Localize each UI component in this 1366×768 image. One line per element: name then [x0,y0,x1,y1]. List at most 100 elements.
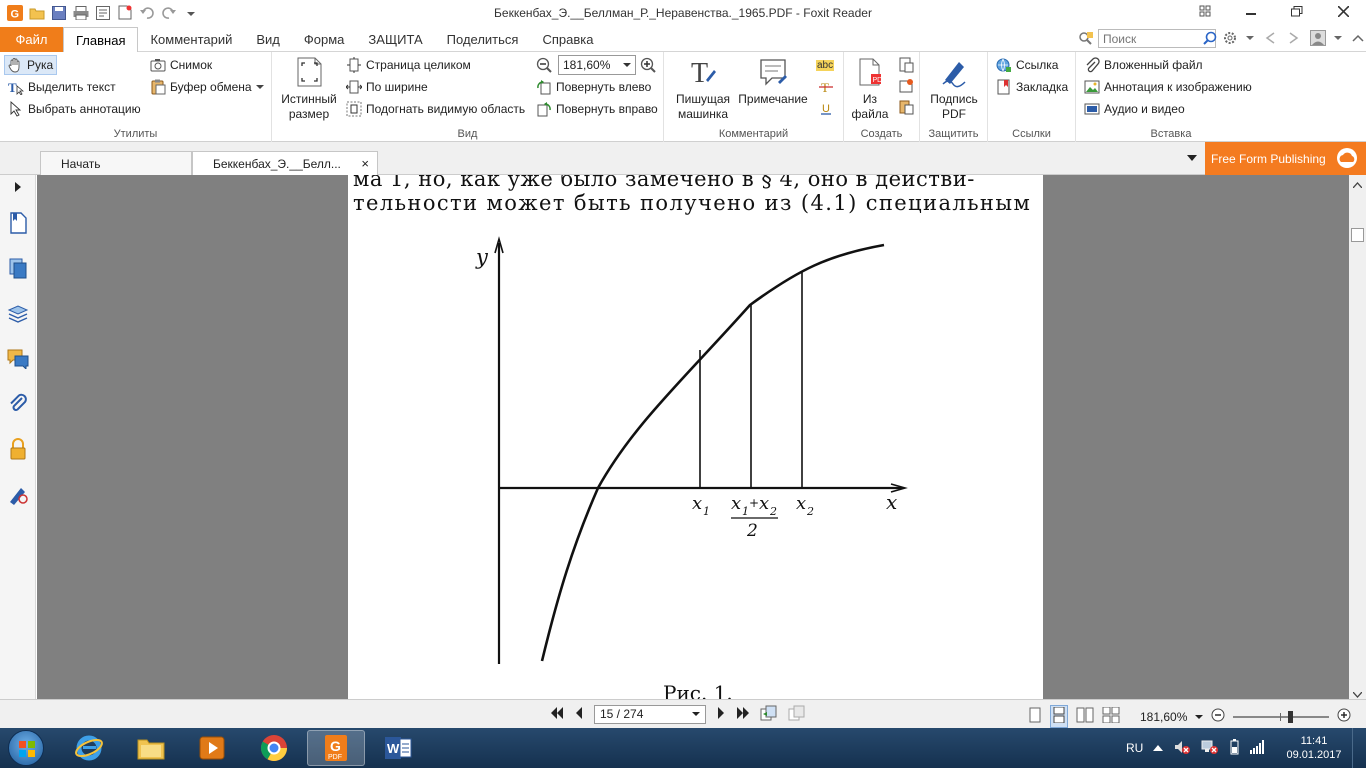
previous-page-icon[interactable] [574,706,584,723]
minimize-button[interactable] [1228,0,1274,22]
chevron-down-icon[interactable] [1246,30,1254,46]
search-input[interactable] [1098,29,1216,48]
search-options-icon[interactable] [1078,31,1094,47]
actual-size-button[interactable]: Истинный размер [278,56,340,122]
zoom-in-circle-icon[interactable] [1337,708,1351,725]
underline-text-icon[interactable]: U [818,100,834,116]
show-hidden-icons-icon[interactable] [1153,741,1164,755]
create-blank-icon[interactable] [898,57,914,73]
bookmark-button[interactable]: Закладка [996,77,1068,97]
pages-panel-icon[interactable] [6,256,30,280]
previous-view-icon[interactable] [760,705,778,724]
security-lock-icon[interactable] [6,437,30,461]
bookmarks-panel-icon[interactable] [6,211,30,235]
user-account-icon[interactable] [1310,30,1326,46]
continuous-facing-icon[interactable] [1102,706,1120,726]
tab-document[interactable]: Беккенбах_Э.__Белл... × [192,151,378,175]
facing-pages-icon[interactable] [1076,707,1094,726]
tab-help[interactable]: Справка [530,27,605,52]
page-number-dropdown[interactable]: 15 / 274 [594,705,706,724]
continuous-page-icon[interactable] [1050,705,1068,728]
close-tab-button[interactable]: × [361,156,369,171]
attachments-panel-icon[interactable] [6,392,30,416]
zoom-in-icon[interactable] [640,57,656,73]
snapshot-button[interactable]: Снимок [150,55,212,75]
rotate-right-button[interactable]: Повернуть вправо [536,99,658,119]
signal-strength-icon[interactable] [1249,739,1265,757]
typewriter-button[interactable]: T Пишущая машинка [674,56,732,122]
promo-banner[interactable]: Free Form Publishing [1205,142,1366,175]
hand-tool-button[interactable]: Рука [4,55,58,75]
volume-muted-icon[interactable] [1173,739,1191,758]
document-viewport[interactable]: ма 1, но, как уже было замечено в § 4, о… [37,175,1349,699]
show-desktop-button[interactable] [1352,728,1366,768]
network-disconnected-icon[interactable] [1201,739,1219,758]
taskbar-foxit-reader[interactable]: G PDF [307,730,365,766]
next-view-icon[interactable] [788,705,806,724]
taskbar-internet-explorer[interactable] [60,730,118,766]
link-button[interactable]: Ссылка [996,55,1058,75]
chevron-down-icon[interactable] [1195,710,1204,724]
comments-panel-icon[interactable] [6,347,30,371]
forward-arrow-icon[interactable] [1286,30,1302,46]
first-page-icon[interactable] [550,706,564,723]
select-annotation-button[interactable]: Выбрать аннотацию [8,99,141,119]
tab-share[interactable]: Поделиться [435,27,531,52]
fit-width-button[interactable]: По ширине [346,77,428,97]
scroll-thumb[interactable] [1351,228,1364,242]
zoom-slider[interactable] [1233,710,1330,724]
gear-icon[interactable] [1222,30,1238,46]
search-icon[interactable] [1202,30,1218,46]
tab-home[interactable]: Главная [63,27,139,53]
single-page-icon[interactable] [1028,707,1042,726]
audio-video-button[interactable]: Аудио и видео [1084,99,1185,119]
tab-comment[interactable]: Комментарий [138,27,244,52]
clipboard-button[interactable]: Буфер обмена [150,77,264,97]
zoom-dropdown[interactable]: 181,60% [558,55,636,75]
start-button[interactable] [8,730,44,766]
back-arrow-icon[interactable] [1262,30,1278,46]
taskbar-file-explorer[interactable] [122,730,180,766]
chevron-down-icon[interactable] [1334,30,1342,46]
taskbar-media-player[interactable] [183,730,241,766]
fit-visible-button[interactable]: Подогнать видимую область [346,99,525,119]
zoom-slider-thumb[interactable] [1288,710,1294,723]
zoom-out-circle-icon[interactable] [1211,708,1225,725]
fit-page-button[interactable]: Страница целиком [346,55,471,75]
tab-list-dropdown-icon[interactable] [1187,154,1197,165]
highlight-text-button[interactable]: abc [816,57,835,73]
tab-view[interactable]: Вид [244,27,292,52]
note-button[interactable]: Примечание [736,56,810,107]
create-clipboard-icon[interactable] [898,99,914,115]
tab-form[interactable]: Форма [292,27,357,52]
collapse-ribbon-icon[interactable] [1350,30,1366,46]
signatures-panel-icon[interactable] [6,483,30,507]
vertical-scrollbar[interactable] [1349,175,1366,699]
scroll-up-icon[interactable] [1352,177,1363,191]
file-menu-button[interactable]: Файл [0,27,63,52]
taskbar-word[interactable]: W [369,730,427,766]
restore-small-icon[interactable] [1182,0,1228,22]
last-page-icon[interactable] [736,706,750,723]
create-scanner-icon[interactable] [898,78,914,94]
input-language[interactable]: RU [1126,741,1143,755]
pdf-page[interactable]: ма 1, но, как уже было замечено в § 4, о… [348,175,1043,699]
rotate-left-button[interactable]: Повернуть влево [536,77,651,97]
system-clock[interactable]: 11:41 09.01.2017 [1286,734,1342,762]
tab-start-page[interactable]: Начать [40,151,192,175]
sign-pdf-button[interactable]: Подпись PDF [924,56,984,122]
select-text-button[interactable]: T Выделить текст [8,77,116,97]
strikeout-text-icon[interactable]: T [818,79,834,95]
expand-panel-icon[interactable] [12,179,24,195]
maximize-button[interactable] [1274,0,1320,22]
close-button[interactable] [1320,0,1366,22]
battery-icon[interactable] [1229,738,1239,758]
zoom-out-icon[interactable] [536,57,552,73]
next-page-icon[interactable] [716,706,726,723]
tab-protect[interactable]: ЗАЩИТА [356,27,434,52]
layers-panel-icon[interactable] [6,302,30,326]
image-annotation-button[interactable]: Аннотация к изображению [1084,77,1252,97]
attached-file-button[interactable]: Вложенный файл [1084,55,1203,75]
taskbar-chrome[interactable] [245,730,303,766]
from-file-button[interactable]: PDF Из файла [848,56,892,122]
